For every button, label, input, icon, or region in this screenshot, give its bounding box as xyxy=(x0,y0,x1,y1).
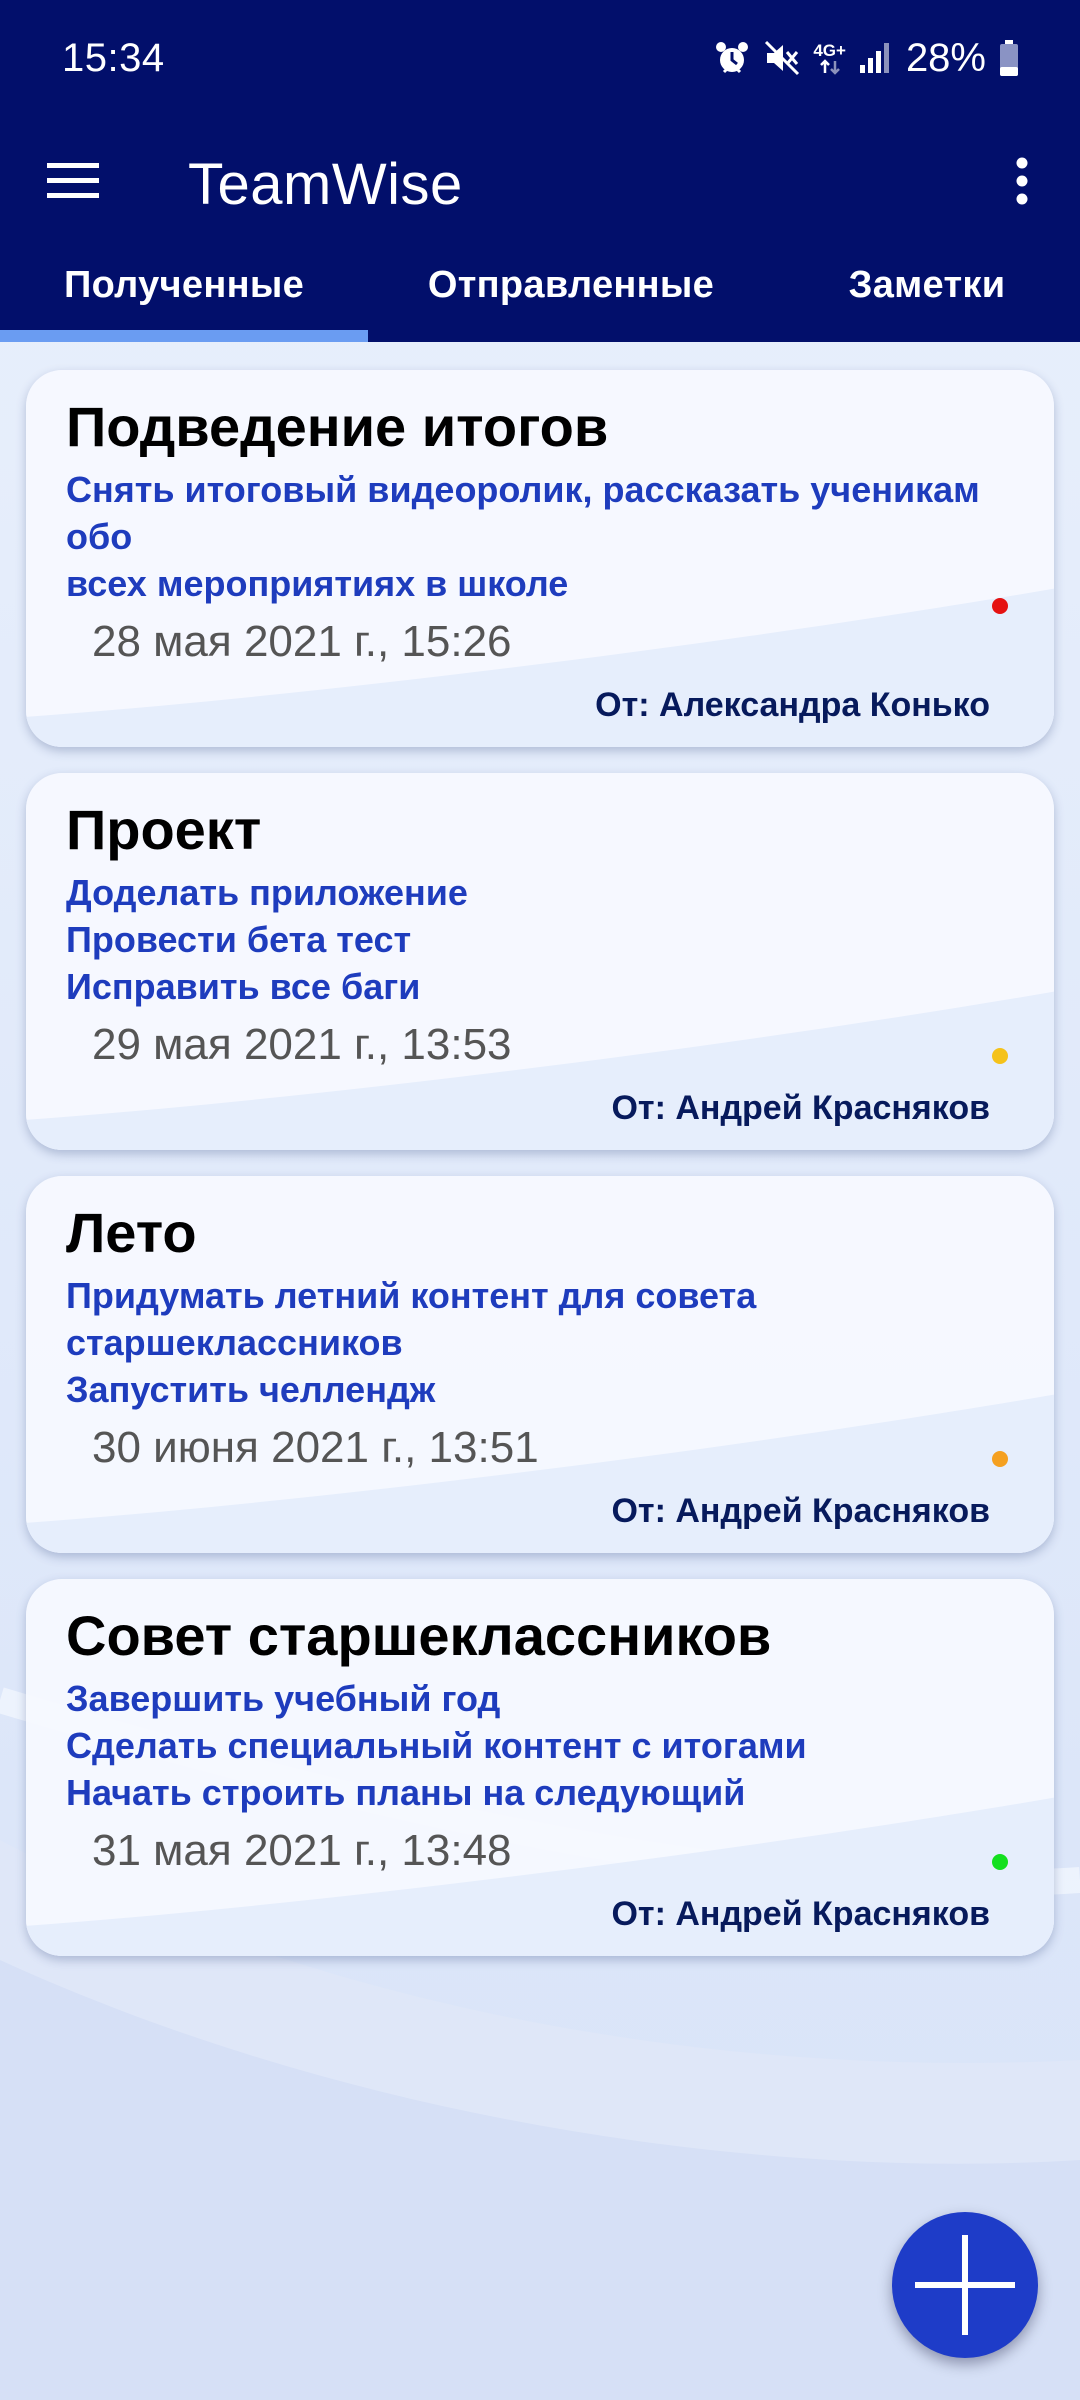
task-title: Проект xyxy=(66,798,262,861)
hamburger-menu-icon xyxy=(47,163,99,198)
status-dot xyxy=(992,1854,1008,1870)
task-line: Провести бета тест xyxy=(66,919,412,960)
more-vert-icon xyxy=(1016,157,1028,205)
mute-icon xyxy=(763,39,801,77)
task-date: 29 мая 2021 г., 13:53 xyxy=(92,1020,512,1069)
status-time: 15:34 xyxy=(62,36,165,80)
tab-label: Заметки xyxy=(848,264,1006,306)
task-title: Подведение итогов xyxy=(66,395,609,458)
task-date: 31 мая 2021 г., 13:48 xyxy=(92,1826,512,1875)
task-date: 30 июня 2021 г., 13:51 xyxy=(92,1423,539,1472)
task-card[interactable]: Лето Придумать летний контент для совета… xyxy=(26,1176,1054,1553)
task-sender: От: Андрей Красняков xyxy=(611,1492,990,1530)
app-bar: 15:34 4G+ 28% TeamWise Полученные Отправ… xyxy=(0,0,1080,342)
signal-icon xyxy=(858,41,892,75)
status-bar: 15:34 4G+ 28% xyxy=(0,0,1080,118)
status-dot xyxy=(992,1451,1008,1467)
alarm-icon xyxy=(713,39,751,77)
tab-label: Полученные xyxy=(63,264,305,306)
toolbar: TeamWise xyxy=(0,118,1080,244)
task-list: Подведение итогов Снять итоговый видеоро… xyxy=(26,370,1054,1982)
plus-icon xyxy=(915,2235,1015,2335)
add-task-button[interactable] xyxy=(892,2212,1038,2358)
app-title: TeamWise xyxy=(188,152,463,217)
task-date: 28 мая 2021 г., 15:26 xyxy=(92,617,512,666)
task-line: Снять итоговый видеоролик, рассказать уч… xyxy=(66,469,980,557)
task-title: Совет старшеклассников xyxy=(66,1604,772,1667)
tab-notes[interactable]: Заметки xyxy=(774,244,1080,342)
overflow-menu-button[interactable] xyxy=(992,146,1052,216)
task-line: Сделать специальный контент с итогами xyxy=(66,1725,807,1766)
task-card[interactable]: Подведение итогов Снять итоговый видеоро… xyxy=(26,370,1054,747)
tab-received[interactable]: Полученные xyxy=(0,244,368,342)
task-title: Лето xyxy=(66,1201,197,1264)
task-sender: От: Андрей Красняков xyxy=(611,1089,990,1127)
network-label: 4G+ xyxy=(813,40,846,60)
task-card[interactable]: Совет старшеклассников Завершить учебный… xyxy=(26,1579,1054,1956)
task-sender: От: Александра Конько xyxy=(595,686,990,724)
task-line: Завершить учебный год xyxy=(66,1678,501,1719)
task-line: Начать строить планы на следующий xyxy=(66,1772,746,1813)
battery-percent: 28% xyxy=(905,36,986,80)
menu-button[interactable] xyxy=(38,148,108,214)
network-4g-icon: 4G+ xyxy=(813,42,846,75)
task-sender: От: Андрей Красняков xyxy=(611,1895,990,1933)
status-dot xyxy=(992,1048,1008,1064)
tab-sent[interactable]: Отправленные xyxy=(368,244,774,342)
task-line: Запустить челлендж xyxy=(66,1369,436,1410)
task-card[interactable]: Проект Доделать приложение Провести бета… xyxy=(26,773,1054,1150)
task-line: всех мероприятиях в школе xyxy=(66,563,569,604)
battery-icon xyxy=(998,39,1020,77)
tab-label: Отправленные xyxy=(427,264,715,306)
status-icons: 4G+ 28% xyxy=(713,34,1020,82)
task-line: Придумать летний контент для совета xyxy=(66,1275,757,1316)
status-dot xyxy=(992,598,1008,614)
task-line: Доделать приложение xyxy=(66,872,468,913)
tab-indicator xyxy=(0,330,368,342)
task-line: Исправить все баги xyxy=(66,966,421,1007)
task-line: старшеклассников xyxy=(66,1322,403,1363)
tab-bar: Полученные Отправленные Заметки xyxy=(0,244,1080,342)
